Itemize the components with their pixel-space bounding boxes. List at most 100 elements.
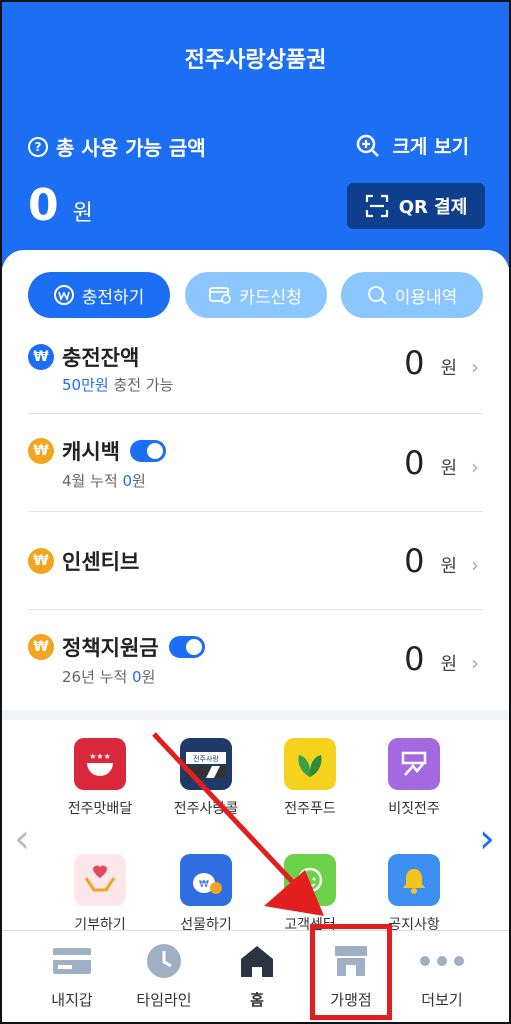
balance-row-cashback[interactable]: ₩ 캐시백 4월 누적 0원 0 원 › [28,414,483,512]
app-support[interactable]: 고객센터 [260,854,360,934]
tab-label: 타임라인 [136,991,192,1009]
total-amount-value: 0 [28,180,59,231]
cashback-toggle[interactable] [129,440,166,462]
policy-support-toggle[interactable] [168,636,205,658]
card-apply-label: 카드신청 [239,287,302,308]
tab-home[interactable]: 홈 [207,939,307,1010]
row-amount: 0 [404,542,425,580]
total-label[interactable]: ? 총 사용 가능 금액 [28,132,206,161]
money-bag-icon: ₩ [28,548,54,574]
qr-pay-button[interactable]: QR 결제 [347,183,485,229]
bottom-tab-bar: 내지갑 타임라인 홈 가맹점 더보기 [2,930,509,1022]
won-icon: ₩ [28,344,54,370]
highlight-box [310,924,392,1020]
card-apply-button[interactable]: 카드신청 [184,272,327,318]
help-icon: ? [28,136,48,157]
svg-text:★★★: ★★★ [89,752,111,761]
total-amount-unit: 원 [72,201,93,226]
row-amount: 0 [404,344,425,382]
bell-icon [388,854,440,906]
row-sub-rest: 원 [141,668,156,686]
charge-label: 충전하기 [81,287,145,308]
balance-row-incentive[interactable]: ₩ 인센티브 0 원 › [28,512,483,610]
history-button[interactable]: 이용내역 [341,272,483,318]
chevron-right-icon: › [471,651,479,675]
app-label: 전주푸드 [284,801,336,817]
qr-scan-icon [365,194,388,218]
tab-more[interactable]: 더보기 [392,939,492,1010]
header: 전주사랑상품권 ? 총 사용 가능 금액 크게 보기 0 원 QR 결제 [2,2,509,267]
charge-button[interactable]: 충전하기 [28,272,170,318]
balance-row-policy-support[interactable]: ₩ 정책지원금 26년 누적 0원 0 원 › [28,610,483,706]
wallet-icon [22,939,122,983]
row-subtitle: 50만원 충전 가능 [62,374,173,395]
visit-icon [388,738,440,790]
app-label: 전주사랑콜 [173,801,239,817]
more-icon [392,939,492,983]
action-pills: 충전하기 카드신청 이용내역 [28,272,483,318]
row-title: ₩ 인센티브 [28,546,139,576]
balance-row-charge[interactable]: ₩ 충전잔액 50만원 충전 가능 0 원 › [28,336,483,414]
chevron-right-icon[interactable]: › [479,816,495,862]
gift-icon: ₩ [180,854,232,906]
taxi-icon: 전주사랑 [180,738,232,790]
app-donate[interactable]: 기부하기 [50,854,150,934]
section-divider [2,710,509,720]
cashback-icon: ₩ [28,438,54,464]
qr-pay-label: QR 결제 [398,197,468,218]
tab-label: 홈 [250,991,264,1009]
app-gift[interactable]: ₩ 선물하기 [156,854,256,934]
chevron-right-icon: › [471,355,479,379]
row-subtitle: 26년 누적 0원 [62,666,155,687]
row-value: 0 원 › [404,542,479,580]
support-icon [284,854,336,906]
delivery-icon: ★★★ [74,738,126,790]
app-delivery[interactable]: ★★★ 전주맛배달 [50,738,150,818]
row-value: 0 원 › [404,444,479,482]
app-label: 비짓전주 [388,801,440,817]
balance-card: 충전하기 카드신청 이용내역 ₩ 충전잔액 50만원 충전 가능 0 원 › ₩… [2,250,509,720]
svg-text:전주사랑: 전주사랑 [193,754,219,763]
row-title-text: 정책지원금 [62,636,159,660]
heart-hands-icon [74,854,126,906]
row-unit: 원 [440,458,457,479]
app-visit[interactable]: 비짓전주 [364,738,464,818]
chevron-right-icon: › [471,553,479,577]
row-title: ₩ 정책지원금 [28,632,205,662]
zoom-button[interactable]: 크게 보기 [356,132,469,159]
screen-frame: 전주사랑상품권 ? 총 사용 가능 금액 크게 보기 0 원 QR 결제 충전하… [0,0,511,1024]
row-sub-highlight: 0 [132,668,142,686]
row-title: ₩ 충전잔액 [28,342,139,372]
total-amount: 0 원 [28,180,93,231]
row-amount: 0 [404,640,425,678]
app-food[interactable]: 전주푸드 [260,738,360,818]
won-icon [53,285,74,305]
clock-icon [114,939,214,983]
row-value: 0 원 › [404,344,479,382]
row-title-text: 충전잔액 [62,346,140,370]
tab-timeline[interactable]: 타임라인 [114,939,214,1010]
home-icon [207,939,307,983]
search-icon [367,286,387,305]
row-sub-rest: 충전 가능 [108,376,174,394]
row-subtitle: 4월 누적 0원 [62,470,146,491]
row-sub-highlight: 0 [122,472,133,490]
app-label: 전주맛배달 [67,801,133,817]
tab-label: 더보기 [421,991,463,1009]
app-grid: ‹ › ★★★ 전주맛배달 전주사랑 전주사랑콜 전주푸드 비짓전주 기부하기 … [2,720,509,936]
row-unit: 원 [440,654,457,675]
leaf-icon [284,738,336,790]
history-label: 이용내역 [394,287,458,308]
chevron-left-icon[interactable]: ‹ [14,816,30,862]
row-title: ₩ 캐시백 [28,436,166,466]
row-amount: 0 [404,444,425,482]
card-icon [209,287,232,304]
app-taxi[interactable]: 전주사랑 전주사랑콜 [156,738,256,818]
sprout-coin-icon: ₩ [28,634,54,660]
app-notice[interactable]: 공지사항 [364,854,464,934]
row-sub-prefix: 26년 누적 [62,668,133,686]
tab-wallet[interactable]: 내지갑 [22,939,122,1010]
row-sub-prefix: 4월 누적 [62,472,123,490]
row-title-text: 인센티브 [62,550,140,574]
chevron-right-icon: › [471,455,479,479]
